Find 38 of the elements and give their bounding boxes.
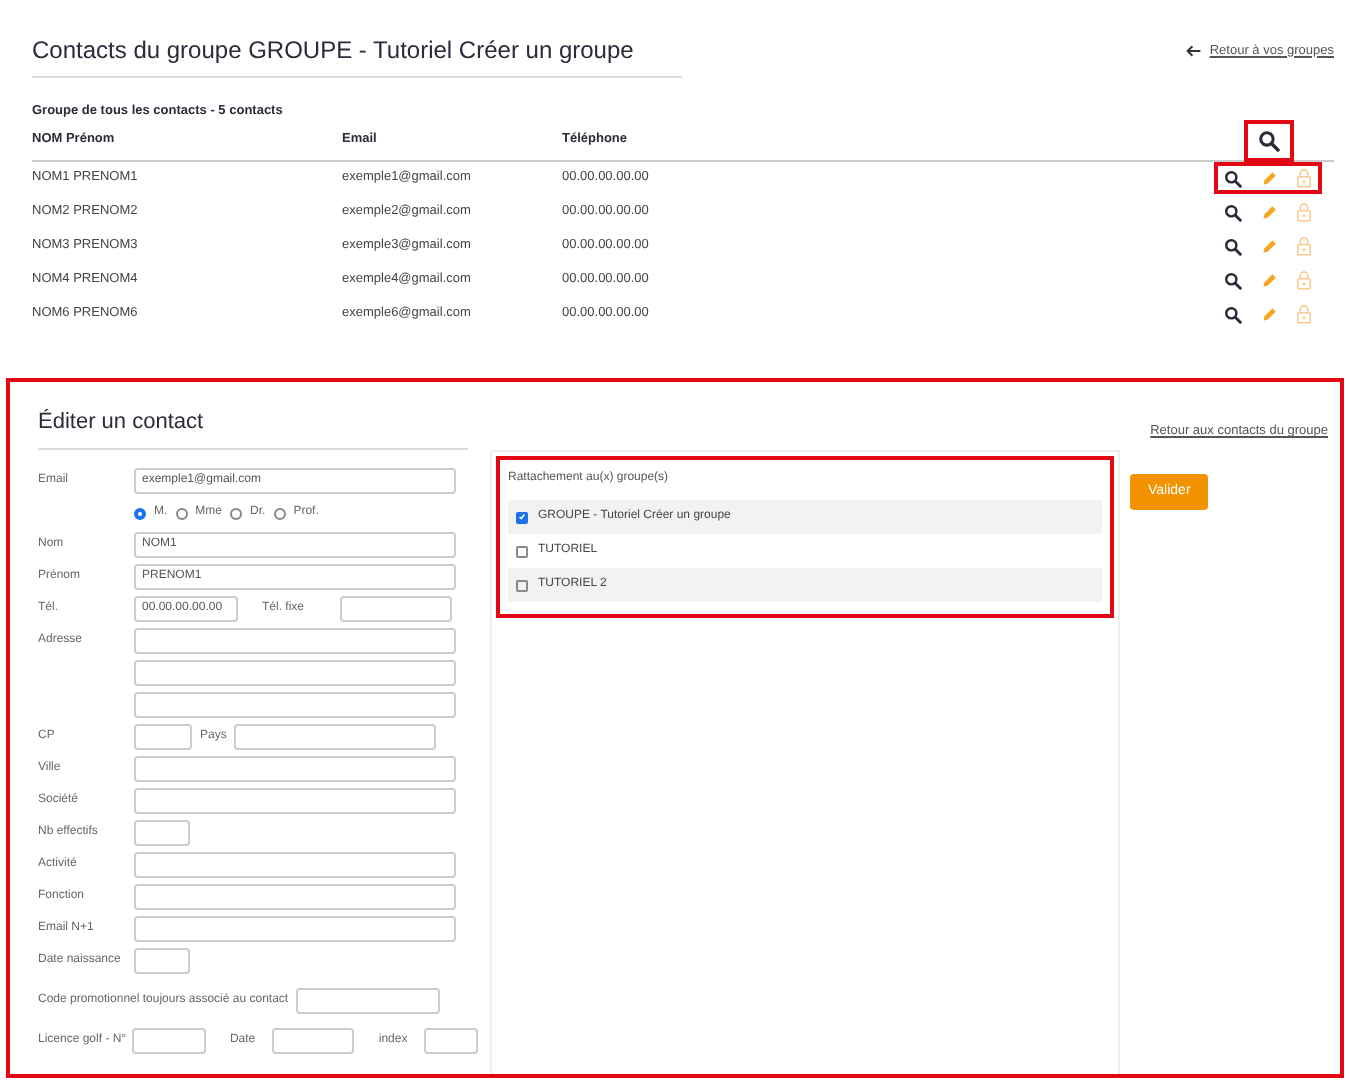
input-field[interactable] [134,820,190,846]
input-field[interactable] [134,884,456,910]
radio-button[interactable] [175,507,188,519]
input-field[interactable] [296,988,441,1014]
input-field[interactable] [134,788,456,814]
input-field[interactable] [134,756,456,782]
view-icon[interactable] [1224,271,1242,290]
input-field[interactable] [340,596,453,622]
checkbox[interactable] [516,511,528,523]
input-field[interactable] [134,948,190,974]
lock-icon[interactable] [1296,270,1312,291]
input-field[interactable] [271,1028,355,1054]
view-icon[interactable] [1224,305,1242,324]
input-field[interactable] [134,660,456,686]
lock-icon[interactable] [1296,304,1312,325]
input-field[interactable] [134,916,456,942]
input-field[interactable] [134,724,192,750]
page-title: Contacts du groupe GROUPE - Tutoriel Créer un groupe [32,36,634,64]
input-field[interactable] [234,724,437,750]
input-field[interactable] [134,628,456,654]
input-field[interactable] [134,692,456,718]
input-field[interactable] [132,1028,206,1054]
radio-button[interactable] [230,507,243,519]
search-icon[interactable] [1257,129,1279,152]
checkbox[interactable] [516,545,528,557]
checkbox[interactable] [516,579,528,591]
view-icon[interactable] [1224,203,1242,222]
edit-title: Éditer un contact [38,410,204,434]
back-arrow-icon [1186,44,1203,58]
lock-icon[interactable] [1296,202,1312,223]
view-icon[interactable] [1224,169,1242,188]
radio-button[interactable] [273,507,286,519]
lock-icon[interactable] [1296,236,1312,257]
lock-icon[interactable] [1296,168,1312,189]
input-field[interactable] [134,852,456,878]
view-icon[interactable] [1224,237,1242,256]
radio-button[interactable] [134,507,146,519]
input-field[interactable] [423,1028,478,1054]
